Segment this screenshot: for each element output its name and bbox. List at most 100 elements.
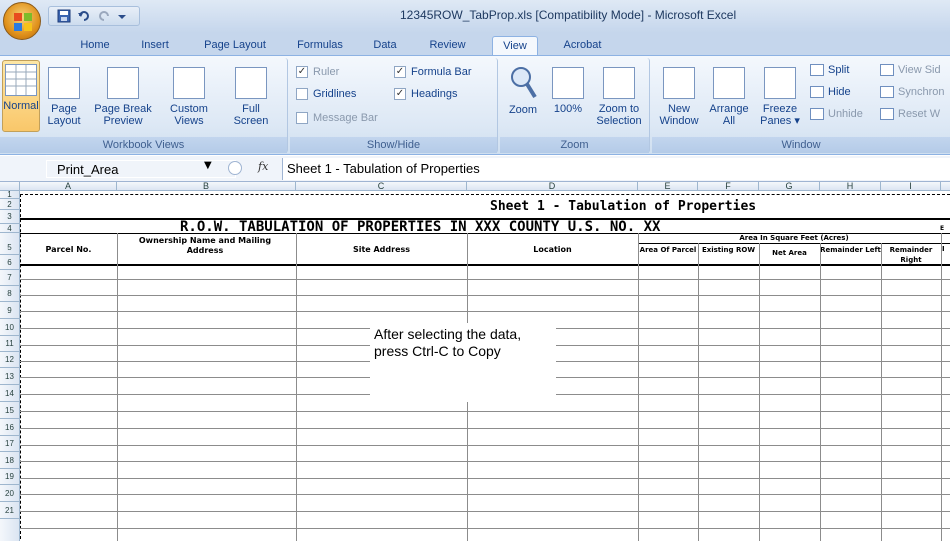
- freeze-panes-button[interactable]: Freeze Panes ▾: [756, 62, 804, 127]
- formula-bar-checkbox[interactable]: ✓ Formula Bar: [394, 66, 472, 78]
- formula-input[interactable]: Sheet 1 - Tabulation of Properties: [282, 158, 950, 180]
- header-existing-row[interactable]: Existing ROW: [698, 245, 759, 255]
- column-header[interactable]: F: [698, 182, 759, 191]
- normal-label: Normal: [3, 100, 39, 112]
- row-header[interactable]: 21: [0, 502, 19, 519]
- header-remainder-left[interactable]: Remainder Left: [820, 245, 881, 255]
- message-bar-checkbox[interactable]: Message Bar: [296, 112, 378, 124]
- split-button[interactable]: Split: [810, 64, 849, 76]
- view-side-by-side-button[interactable]: View Sid: [880, 64, 941, 76]
- tab-acrobat[interactable]: Acrobat: [555, 36, 610, 55]
- row-header[interactable]: 4: [0, 224, 19, 233]
- col-line: [881, 243, 882, 541]
- headings-checkbox[interactable]: ✓ Headings: [394, 88, 457, 100]
- page-layout-label-2: Layout: [47, 115, 81, 127]
- row-header[interactable]: 8: [0, 286, 19, 302]
- freeze-panes-label-2: Panes ▾: [760, 115, 800, 127]
- row-header[interactable]: 14: [0, 385, 19, 402]
- header-parcel-no[interactable]: Parcel No.: [20, 245, 117, 254]
- column-header[interactable]: G: [759, 182, 820, 191]
- full-screen-button[interactable]: Full Screen: [222, 62, 280, 127]
- tab-data[interactable]: Data: [365, 36, 405, 55]
- row-line: [20, 445, 950, 446]
- formula-bar-circle-icon: [228, 161, 242, 175]
- header-area-group[interactable]: Area In Square Feet (Acres): [638, 234, 950, 243]
- tab-page-layout[interactable]: Page Layout: [195, 36, 275, 55]
- row-header[interactable]: 12: [0, 352, 19, 368]
- zoom-button[interactable]: Zoom: [504, 62, 542, 116]
- row-header[interactable]: 20: [0, 485, 19, 502]
- redo-icon[interactable]: [97, 9, 111, 23]
- header-remainder-right[interactable]: Remainder Right: [881, 245, 941, 265]
- tab-review[interactable]: Review: [420, 36, 475, 55]
- column-header[interactable]: B: [117, 182, 296, 191]
- freeze-panes-label-1: Freeze: [762, 103, 798, 115]
- page-layout-view-button[interactable]: Page Layout: [44, 62, 84, 127]
- zoom-group-label: Zoom: [500, 137, 649, 153]
- row-header[interactable]: 9: [0, 302, 19, 319]
- full-screen-icon: [235, 67, 267, 99]
- synchronous-scrolling-button[interactable]: Synchron: [880, 86, 944, 98]
- tab-formulas[interactable]: Formulas: [290, 36, 350, 55]
- insert-function-icon[interactable]: fx: [258, 160, 268, 173]
- header-net-area[interactable]: Net Area: [759, 249, 820, 257]
- ruler-checkbox[interactable]: ✓ Ruler: [296, 66, 339, 78]
- reset-label: Reset W: [898, 108, 941, 120]
- row-header[interactable]: 17: [0, 436, 19, 452]
- row-header[interactable]: 19: [0, 469, 19, 485]
- column-header[interactable]: I: [881, 182, 941, 191]
- row-header[interactable]: 3: [0, 210, 19, 224]
- full-screen-label-2: Screen: [233, 115, 269, 127]
- tab-view[interactable]: View: [492, 36, 538, 55]
- custom-views-button[interactable]: Custom Views: [160, 62, 218, 127]
- row-header[interactable]: 1: [0, 191, 19, 199]
- tab-home[interactable]: Home: [70, 36, 120, 55]
- table-heading[interactable]: R.O.W. TABULATION OF PROPERTIES IN XXX C…: [180, 219, 840, 235]
- name-box-dropdown-icon[interactable]: ▼: [204, 160, 212, 171]
- header-ownership[interactable]: Ownership Name and Mailing Address: [120, 236, 290, 256]
- customize-qat-icon[interactable]: [117, 9, 131, 23]
- sheet-title[interactable]: Sheet 1 - Tabulation of Properties: [490, 199, 910, 214]
- header-area-of-parcel[interactable]: Area Of Parcel: [638, 245, 698, 255]
- zoom-label: Zoom: [508, 104, 538, 116]
- workbook-views-label: Workbook Views: [0, 137, 287, 153]
- full-screen-label-1: Full: [242, 103, 260, 115]
- row-header[interactable]: 6: [0, 255, 19, 270]
- zoom-100-button[interactable]: 100%: [548, 62, 588, 115]
- new-window-button[interactable]: New Window: [656, 62, 702, 127]
- column-header[interactable]: A: [20, 182, 117, 191]
- row-header[interactable]: 18: [0, 452, 19, 469]
- row-header[interactable]: 10: [0, 319, 19, 336]
- row-header[interactable]: 11: [0, 336, 19, 352]
- row-header[interactable]: 2: [0, 199, 19, 210]
- normal-view-button[interactable]: Normal: [2, 60, 40, 132]
- page-break-preview-button[interactable]: Page Break Preview: [88, 62, 158, 127]
- column-header[interactable]: E: [638, 182, 698, 191]
- column-header[interactable]: D: [467, 182, 638, 191]
- save-icon[interactable]: [57, 9, 71, 23]
- zoom-100-label: 100%: [553, 103, 583, 115]
- row-header[interactable]: 16: [0, 419, 19, 436]
- formula-bar: Print_Area ▼ fx Sheet 1 - Tabulation of …: [0, 156, 950, 182]
- tab-insert[interactable]: Insert: [130, 36, 180, 55]
- column-header[interactable]: H: [820, 182, 881, 191]
- hide-label: Hide: [828, 86, 851, 98]
- row-header[interactable]: 5: [0, 233, 19, 255]
- column-header[interactable]: C: [296, 182, 467, 191]
- header-site-address[interactable]: Site Address: [296, 245, 467, 254]
- gridlines-checkbox[interactable]: Gridlines: [296, 88, 356, 100]
- print-area-border: [20, 194, 950, 195]
- undo-icon[interactable]: [77, 9, 91, 23]
- row-header[interactable]: 7: [0, 270, 19, 286]
- hide-button[interactable]: Hide: [810, 86, 851, 98]
- unhide-button[interactable]: Unhide: [810, 108, 863, 120]
- view-side-label: View Sid: [898, 64, 941, 76]
- formula-bar-check-icon: ✓: [394, 66, 406, 78]
- zoom-to-selection-button[interactable]: Zoom to Selection: [592, 62, 646, 127]
- reset-window-button[interactable]: Reset W: [880, 108, 940, 120]
- row-header[interactable]: 15: [0, 402, 19, 419]
- arrange-all-button[interactable]: Arrange All: [706, 62, 752, 127]
- row-header[interactable]: 13: [0, 368, 19, 385]
- office-button[interactable]: [3, 2, 41, 40]
- header-location[interactable]: Location: [467, 245, 638, 254]
